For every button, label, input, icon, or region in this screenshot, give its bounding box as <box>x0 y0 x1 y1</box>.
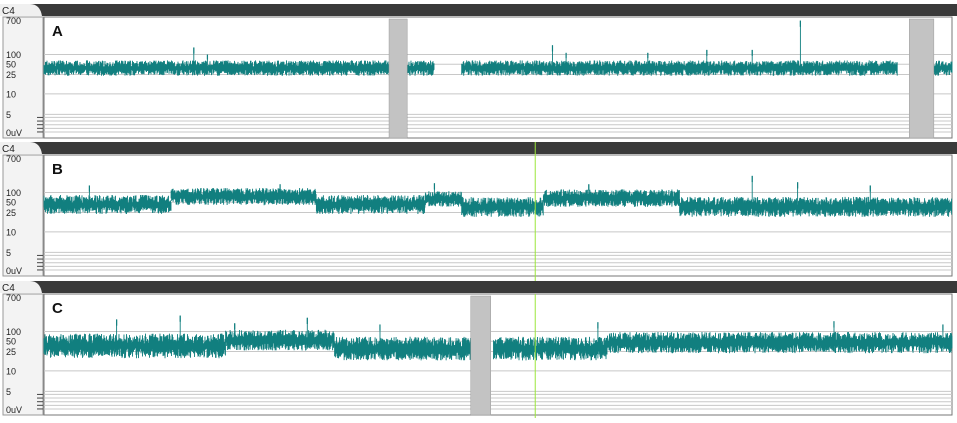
y-tick-label: 25 <box>6 347 16 357</box>
y-tick-label: 5 <box>6 110 11 120</box>
y-tick-label: 700 <box>6 154 21 164</box>
channel-header-bar <box>0 281 957 293</box>
y-tick-label: 25 <box>6 208 16 218</box>
eeg-panel-a: C470010050251050uVA <box>0 4 957 139</box>
y-tick-label: 25 <box>6 70 16 80</box>
y-tick-label: 100 <box>6 50 21 60</box>
y-tick-label: 100 <box>6 188 21 198</box>
y-tick-label: 100 <box>6 327 21 337</box>
y-tick-label: 10 <box>6 89 16 99</box>
y-tick-label: 50 <box>6 198 16 208</box>
y-tick-label: 0uV <box>6 405 22 415</box>
eeg-panel-c: C470010050251050uVC <box>0 281 957 418</box>
artifact-block <box>909 18 935 139</box>
y-tick-label: 10 <box>6 227 16 237</box>
eeg-panel-b: C470010050251050uVB <box>0 142 957 290</box>
y-tick-label: 5 <box>6 387 11 397</box>
y-tick-label: 50 <box>6 337 16 347</box>
y-tick-label: 0uV <box>6 266 22 276</box>
eeg-chart-svg: C470010050251050uVAC470010050251050uVBC4… <box>0 4 957 418</box>
panel-label: C <box>52 300 63 317</box>
y-tick-label: 10 <box>6 366 16 376</box>
y-tick-label: 0uV <box>6 128 22 138</box>
artifact-block <box>470 295 491 416</box>
artifact-block <box>388 18 408 139</box>
eeg-montage-figure: C4 700 100 50 25 10 5 0uV A C4 700 100 50 25 10 5 0uV B C4… <box>0 0 957 418</box>
y-tick-label: 700 <box>6 293 21 303</box>
channel-header-bar <box>0 142 957 154</box>
y-tick-label: 50 <box>6 60 16 70</box>
y-tick-label: 700 <box>6 16 21 26</box>
panel-label: B <box>52 161 63 178</box>
plot-area <box>43 16 953 139</box>
channel-header-bar <box>0 4 957 16</box>
y-tick-label: 5 <box>6 248 11 258</box>
panel-label: A <box>52 23 63 40</box>
